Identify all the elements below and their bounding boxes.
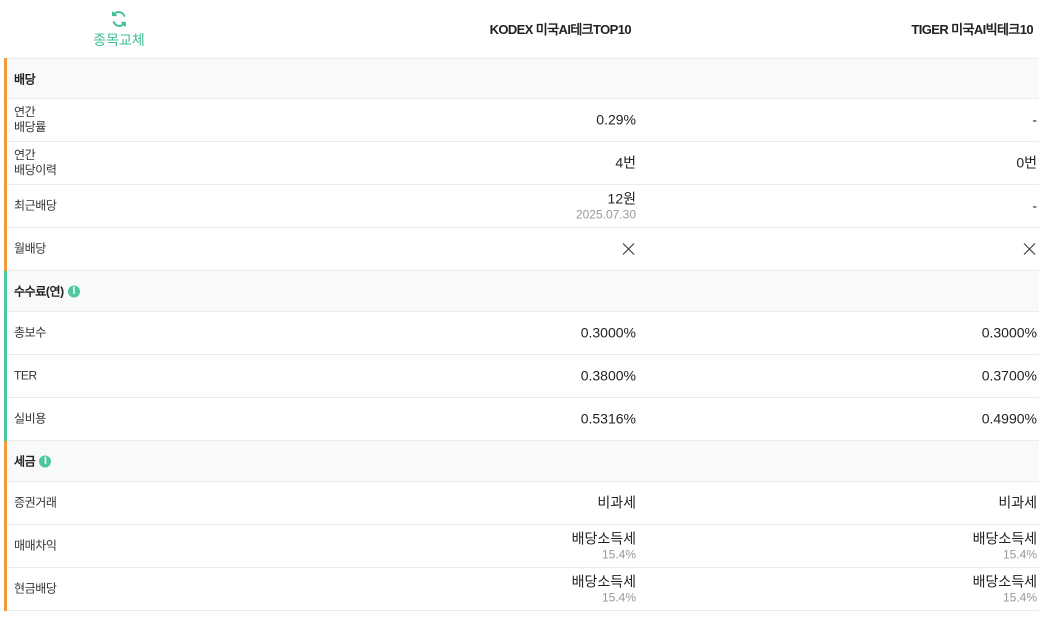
value-rate: 15.4% [1002,547,1037,562]
value-date: 2025.07.30 [575,207,636,222]
value-kodex: 배당소득세 15.4% [572,531,636,562]
value-kodex: 12원 2025.07.30 [576,191,636,222]
row-label: TER [14,368,37,383]
info-icon[interactable]: i [67,285,80,297]
value-rate: 15.4% [601,547,636,562]
section-header: 배당 [7,58,1039,99]
info-icon[interactable]: i [39,455,52,467]
value-tiger: 0번 [1016,154,1037,171]
value-tiger: 배당소득세 15.4% [973,574,1037,605]
table-row: 매매차익 배당소득세 15.4% 배당소득세 15.4% [7,525,1039,568]
value-kodex: 0.3000% [580,324,636,341]
swap-stocks-button[interactable]: 종목교체 [80,10,158,50]
value-kodex: 4번 [615,154,636,171]
row-label: 연간 배당이력 [14,148,57,178]
comparison-table: 배당 연간 배당률 0.29% - 연간 배당이력 4번 0번 최근배당 12원… [4,58,1039,611]
section-dividend: 배당 연간 배당률 0.29% - 연간 배당이력 4번 0번 최근배당 12원… [4,58,1039,271]
row-label-line: 연간 [14,105,36,119]
value-kodex: 배당소득세 15.4% [572,574,636,605]
table-row: 최근배당 12원 2025.07.30 - [7,185,1039,228]
value-main: 배당소득세 [972,573,1037,590]
value-tiger: 0.4990% [981,410,1037,427]
row-label-line: 연간 [14,148,36,162]
value-tiger: - [1032,197,1037,214]
value-kodex: 0.5316% [580,410,636,427]
swap-stocks-label: 종목교체 [93,32,145,48]
value-main: 배당소득세 [972,530,1037,547]
section-title-text: 세금 [14,454,36,469]
table-row: 실비용 0.5316% 0.4990% [7,398,1039,441]
value-tiger: 배당소득세 15.4% [973,531,1037,562]
row-label: 총보수 [14,325,46,340]
row-label-line: 배당률 [14,120,46,134]
row-label-line: 배당이력 [14,163,57,177]
section-header: 수수료(연) i [7,271,1039,312]
value-tiger: 0.3000% [981,324,1037,341]
section-tax: 세금 i 증권거래 비과세 비과세 매매차익 배당소득세 15.4% 배당소득세… [4,441,1039,611]
value-main: 배당소득세 [571,530,636,547]
section-title: 세금 i [14,453,52,470]
row-label: 매매차익 [14,538,57,553]
refresh-icon [112,11,126,27]
section-header: 세금 i [7,441,1039,482]
table-row: TER 0.3800% 0.3700% [7,355,1039,398]
value-kodex: 비과세 [597,494,636,511]
section-title-text: 수수료(연) [14,284,64,299]
section-title: 배당 [14,72,36,86]
value-rate: 15.4% [1002,590,1037,605]
row-label: 최근배당 [14,198,57,213]
x-icon [1023,243,1036,255]
value-kodex: 0.3800% [580,367,636,384]
row-label: 현금배당 [14,581,57,596]
x-icon [622,243,635,255]
row-label: 월배당 [14,241,46,256]
column-header-tiger: TIGER 미국AI빅테크10 [911,22,1033,37]
value-tiger: 비과세 [998,494,1037,511]
table-row: 연간 배당률 0.29% - [7,99,1039,142]
section-fees: 수수료(연) i 총보수 0.3000% 0.3000% TER 0.3800%… [4,271,1039,441]
value-main: 배당소득세 [571,573,636,590]
value-rate: 15.4% [601,590,636,605]
value-main: 12원 [607,190,636,207]
row-label: 실비용 [14,411,46,426]
table-row: 월배당 [7,228,1039,271]
table-row: 총보수 0.3000% 0.3000% [7,312,1039,355]
value-kodex: 0.29% [596,111,636,128]
value-tiger: - [1032,111,1037,128]
column-header-kodex: KODEX 미국AI테크TOP10 [489,22,632,37]
table-row: 현금배당 배당소득세 15.4% 배당소득세 15.4% [7,568,1039,611]
table-row: 증권거래 비과세 비과세 [7,482,1039,525]
section-title: 수수료(연) i [14,283,80,300]
comparison-header: 종목교체 KODEX 미국AI테크TOP10 TIGER 미국AI빅테크10 [0,0,1040,58]
row-label: 연간 배당률 [14,105,46,135]
table-row: 연간 배당이력 4번 0번 [7,142,1039,185]
value-tiger: 0.3700% [981,367,1037,384]
row-label: 증권거래 [14,495,57,510]
